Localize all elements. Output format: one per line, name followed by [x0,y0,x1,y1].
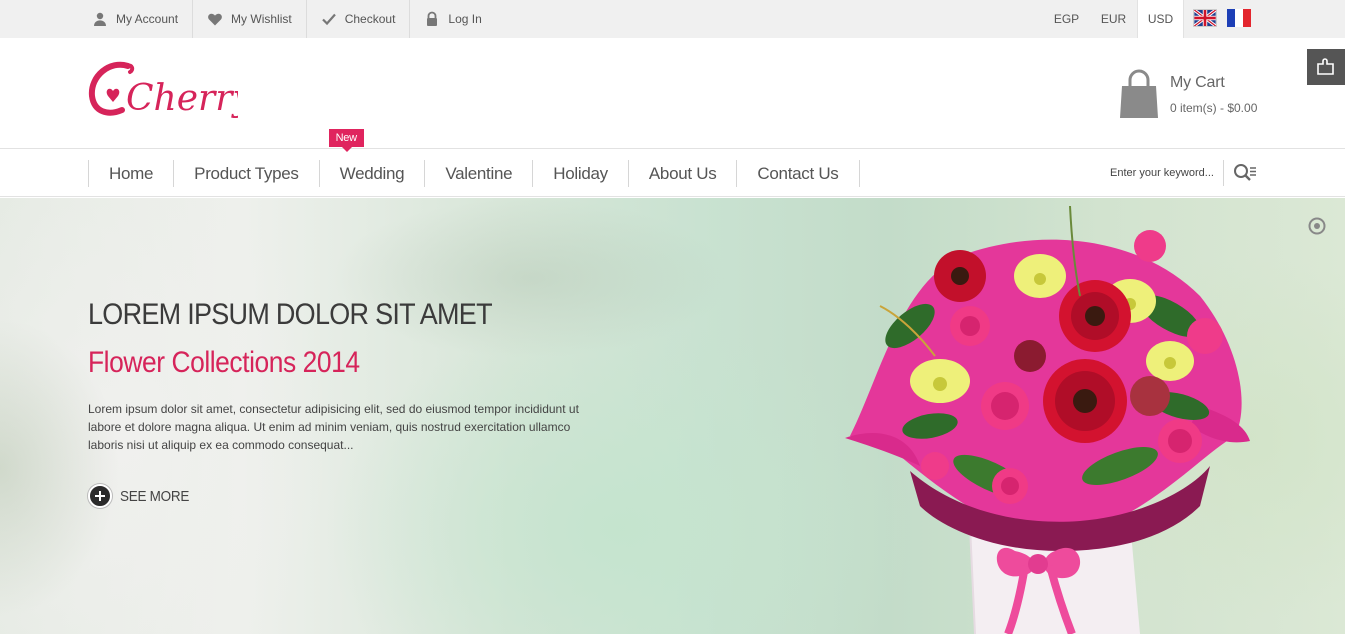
currency-usd[interactable]: USD [1137,0,1184,38]
shopping-bag-icon [1120,69,1158,118]
plus-circle-icon [88,484,112,508]
flower-bouquet-image [845,206,1250,634]
currency-egp[interactable]: EGP [1043,0,1090,38]
cart-text: My Cart 0 item(s) - $0.00 [1170,68,1257,115]
main-menu: Home Product Types New Wedding Valentine… [88,129,860,187]
nav-label: Holiday [553,163,608,183]
currency-eur[interactable]: EUR [1090,0,1137,38]
hero-slider: LOREM IPSUM DOLOR SIT AMET Flower Collec… [0,198,1345,634]
login-link[interactable]: Log In [410,0,495,38]
account-links: My Account My Wishlist Checkout Log In [88,0,496,38]
french-flag-icon[interactable] [1227,9,1251,27]
nav-label: Home [109,163,154,183]
mini-cart[interactable]: My Cart 0 item(s) - $0.00 [1118,68,1257,128]
cherry-logo[interactable]: Cherry [88,56,238,136]
hero-background-blur [330,198,730,358]
nav-item-contact-us[interactable]: Contact Us [736,160,860,187]
nav-label: Wedding [339,163,405,183]
nav-item-wedding[interactable]: New Wedding [318,129,425,187]
my-wishlist-link[interactable]: My Wishlist [193,0,307,38]
login-label: Log In [448,12,482,26]
new-badge: New [328,129,364,152]
language-switcher [1193,9,1251,27]
nav-item-about-us[interactable]: About Us [627,160,737,187]
see-more-button[interactable]: SEE MORE [88,484,197,508]
checkout-link[interactable]: Checkout [307,0,411,38]
user-icon [92,11,108,27]
top-bar: My Account My Wishlist Checkout Log In E… [0,0,1345,38]
puzzle-icon [1317,58,1334,75]
cart-summary: 0 item(s) - $0.00 [1170,101,1258,115]
nav-item-home[interactable]: Home [88,160,173,187]
nav-label: Contact Us [757,163,839,183]
checkout-label: Checkout [344,12,396,26]
my-account-label: My Account [116,12,179,26]
nav-item-product-types[interactable]: Product Types [173,160,318,187]
nav-item-holiday[interactable]: Holiday [532,160,628,187]
currency-switcher: EGP EUR USD [1043,0,1184,38]
nav-label: Product Types [194,163,299,183]
hero-heading: LOREM IPSUM DOLOR SIT AMET [88,298,493,331]
slider-pause-icon[interactable] [1307,216,1327,236]
main-nav: Home Product Types New Wedding Valentine… [0,129,1345,197]
my-wishlist-label: My Wishlist [231,12,292,26]
nav-label: Valentine [445,163,513,183]
search-button[interactable] [1230,160,1260,186]
hero-subheading: Flower Collections 2014 [88,346,360,379]
cart-title: My Cart [1170,74,1225,91]
nav-item-valentine[interactable]: Valentine [424,160,532,187]
logo-text: Cherry [126,78,238,119]
english-flag-icon[interactable] [1193,9,1217,27]
search-icon [1234,164,1256,181]
search-box [1100,159,1260,187]
nav-label: About Us [648,163,717,183]
lock-icon [424,11,440,27]
heart-icon [207,11,223,27]
site-header: Cherry My Cart 0 item(s) - $0.00 [0,38,1345,149]
my-account-link[interactable]: My Account [88,0,194,38]
side-tool-toggle[interactable] [1307,49,1345,85]
see-more-label: SEE MORE [120,487,190,505]
search-input[interactable] [1100,160,1224,186]
hero-description: Lorem ipsum dolor sit amet, consectetur … [88,402,579,452]
check-icon [321,11,337,27]
